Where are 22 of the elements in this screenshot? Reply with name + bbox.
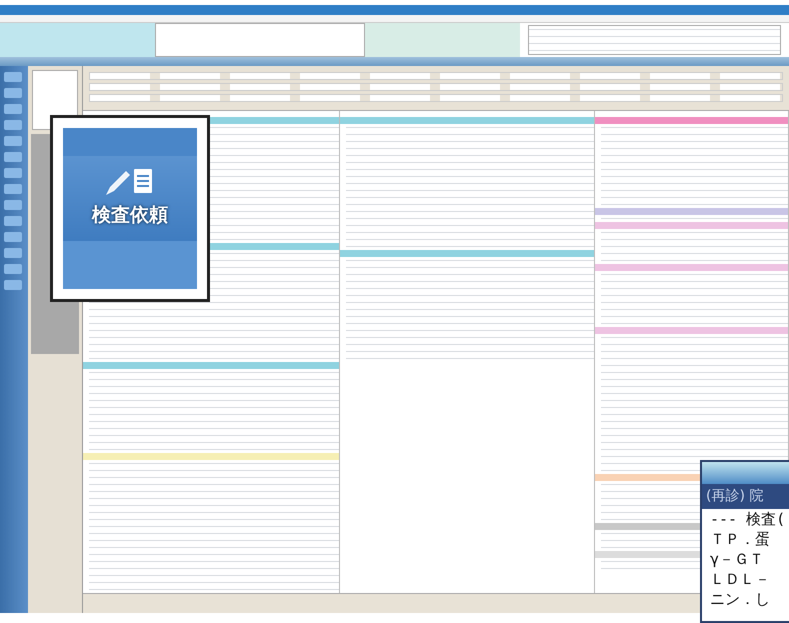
note-field[interactable]: [155, 23, 365, 57]
nav-icon[interactable]: [4, 136, 22, 146]
order-line: γ－ＧＴ: [709, 549, 766, 569]
visit-title: (再診) 院: [702, 484, 789, 509]
order-line: ニン．し: [709, 589, 771, 609]
nav-icon[interactable]: [4, 264, 22, 274]
order-line: ＴＰ．蛋: [709, 529, 771, 549]
nav-icon[interactable]: [4, 152, 22, 162]
nav-icon[interactable]: [4, 232, 22, 242]
order-line: --- 検査(: [709, 509, 786, 529]
exam-request-button[interactable]: 検査依頼: [63, 128, 197, 289]
nav-icon[interactable]: [4, 104, 22, 114]
nav-icon[interactable]: [4, 280, 22, 290]
nav-icon[interactable]: [4, 120, 22, 130]
nav-icon[interactable]: [4, 168, 22, 178]
nav-icon[interactable]: [4, 184, 22, 194]
nav-icon[interactable]: [4, 216, 22, 226]
order-line: ＬＤＬ－: [709, 569, 771, 589]
nav-icon[interactable]: [4, 200, 22, 210]
nav-icon[interactable]: [4, 88, 22, 98]
nav-icon[interactable]: [4, 72, 22, 82]
nav-icon[interactable]: [4, 248, 22, 258]
